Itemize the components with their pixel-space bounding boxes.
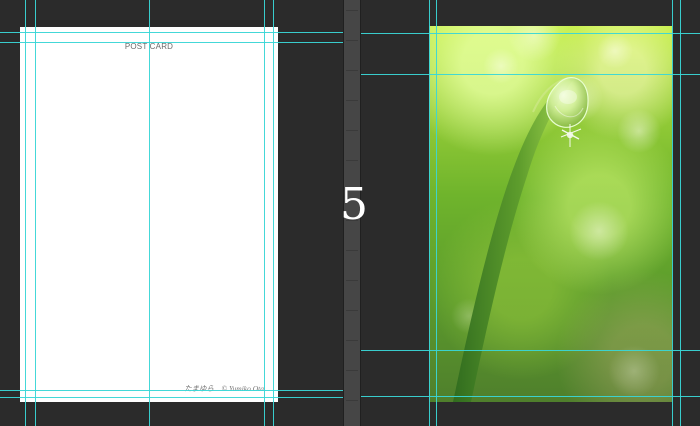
guide-v-right-left[interactable] xyxy=(429,0,430,426)
guide-h-left-top[interactable] xyxy=(0,32,343,33)
canvas-right-pane[interactable] xyxy=(361,0,700,426)
guide-h-right-bottom[interactable] xyxy=(361,396,700,397)
dewdrop xyxy=(546,77,589,147)
guide-v-right-right[interactable] xyxy=(680,0,681,426)
photo-illustration xyxy=(451,26,661,402)
guide-v-left-right-inner[interactable] xyxy=(264,0,265,426)
guide-h-right-bottom-2[interactable] xyxy=(361,350,700,351)
guide-h-right-top-2[interactable] xyxy=(361,74,700,75)
canvas-left-pane[interactable]: POST CARD たまゆら © Yumiko Ota xyxy=(0,0,343,426)
photo-dewdrop[interactable] xyxy=(429,26,672,402)
page-number: 5 xyxy=(340,179,368,230)
guide-h-left-bottom-inner[interactable] xyxy=(0,390,343,391)
guide-h-left-bottom[interactable] xyxy=(0,397,343,398)
guide-v-left-outer[interactable] xyxy=(25,0,26,426)
guide-v-left-inner[interactable] xyxy=(35,0,36,426)
guide-v-left-center[interactable] xyxy=(149,0,150,426)
postcard-credit: たまゆら © Yumiko Ota xyxy=(184,384,264,393)
guide-h-left-top-inner[interactable] xyxy=(0,42,343,43)
guide-v-left-right-outer[interactable] xyxy=(273,0,274,426)
guide-v-right-left-inner[interactable] xyxy=(436,0,437,426)
guide-h-right-top[interactable] xyxy=(361,33,700,34)
guide-v-right-right-inner[interactable] xyxy=(672,0,673,426)
grass-blade xyxy=(453,79,573,402)
